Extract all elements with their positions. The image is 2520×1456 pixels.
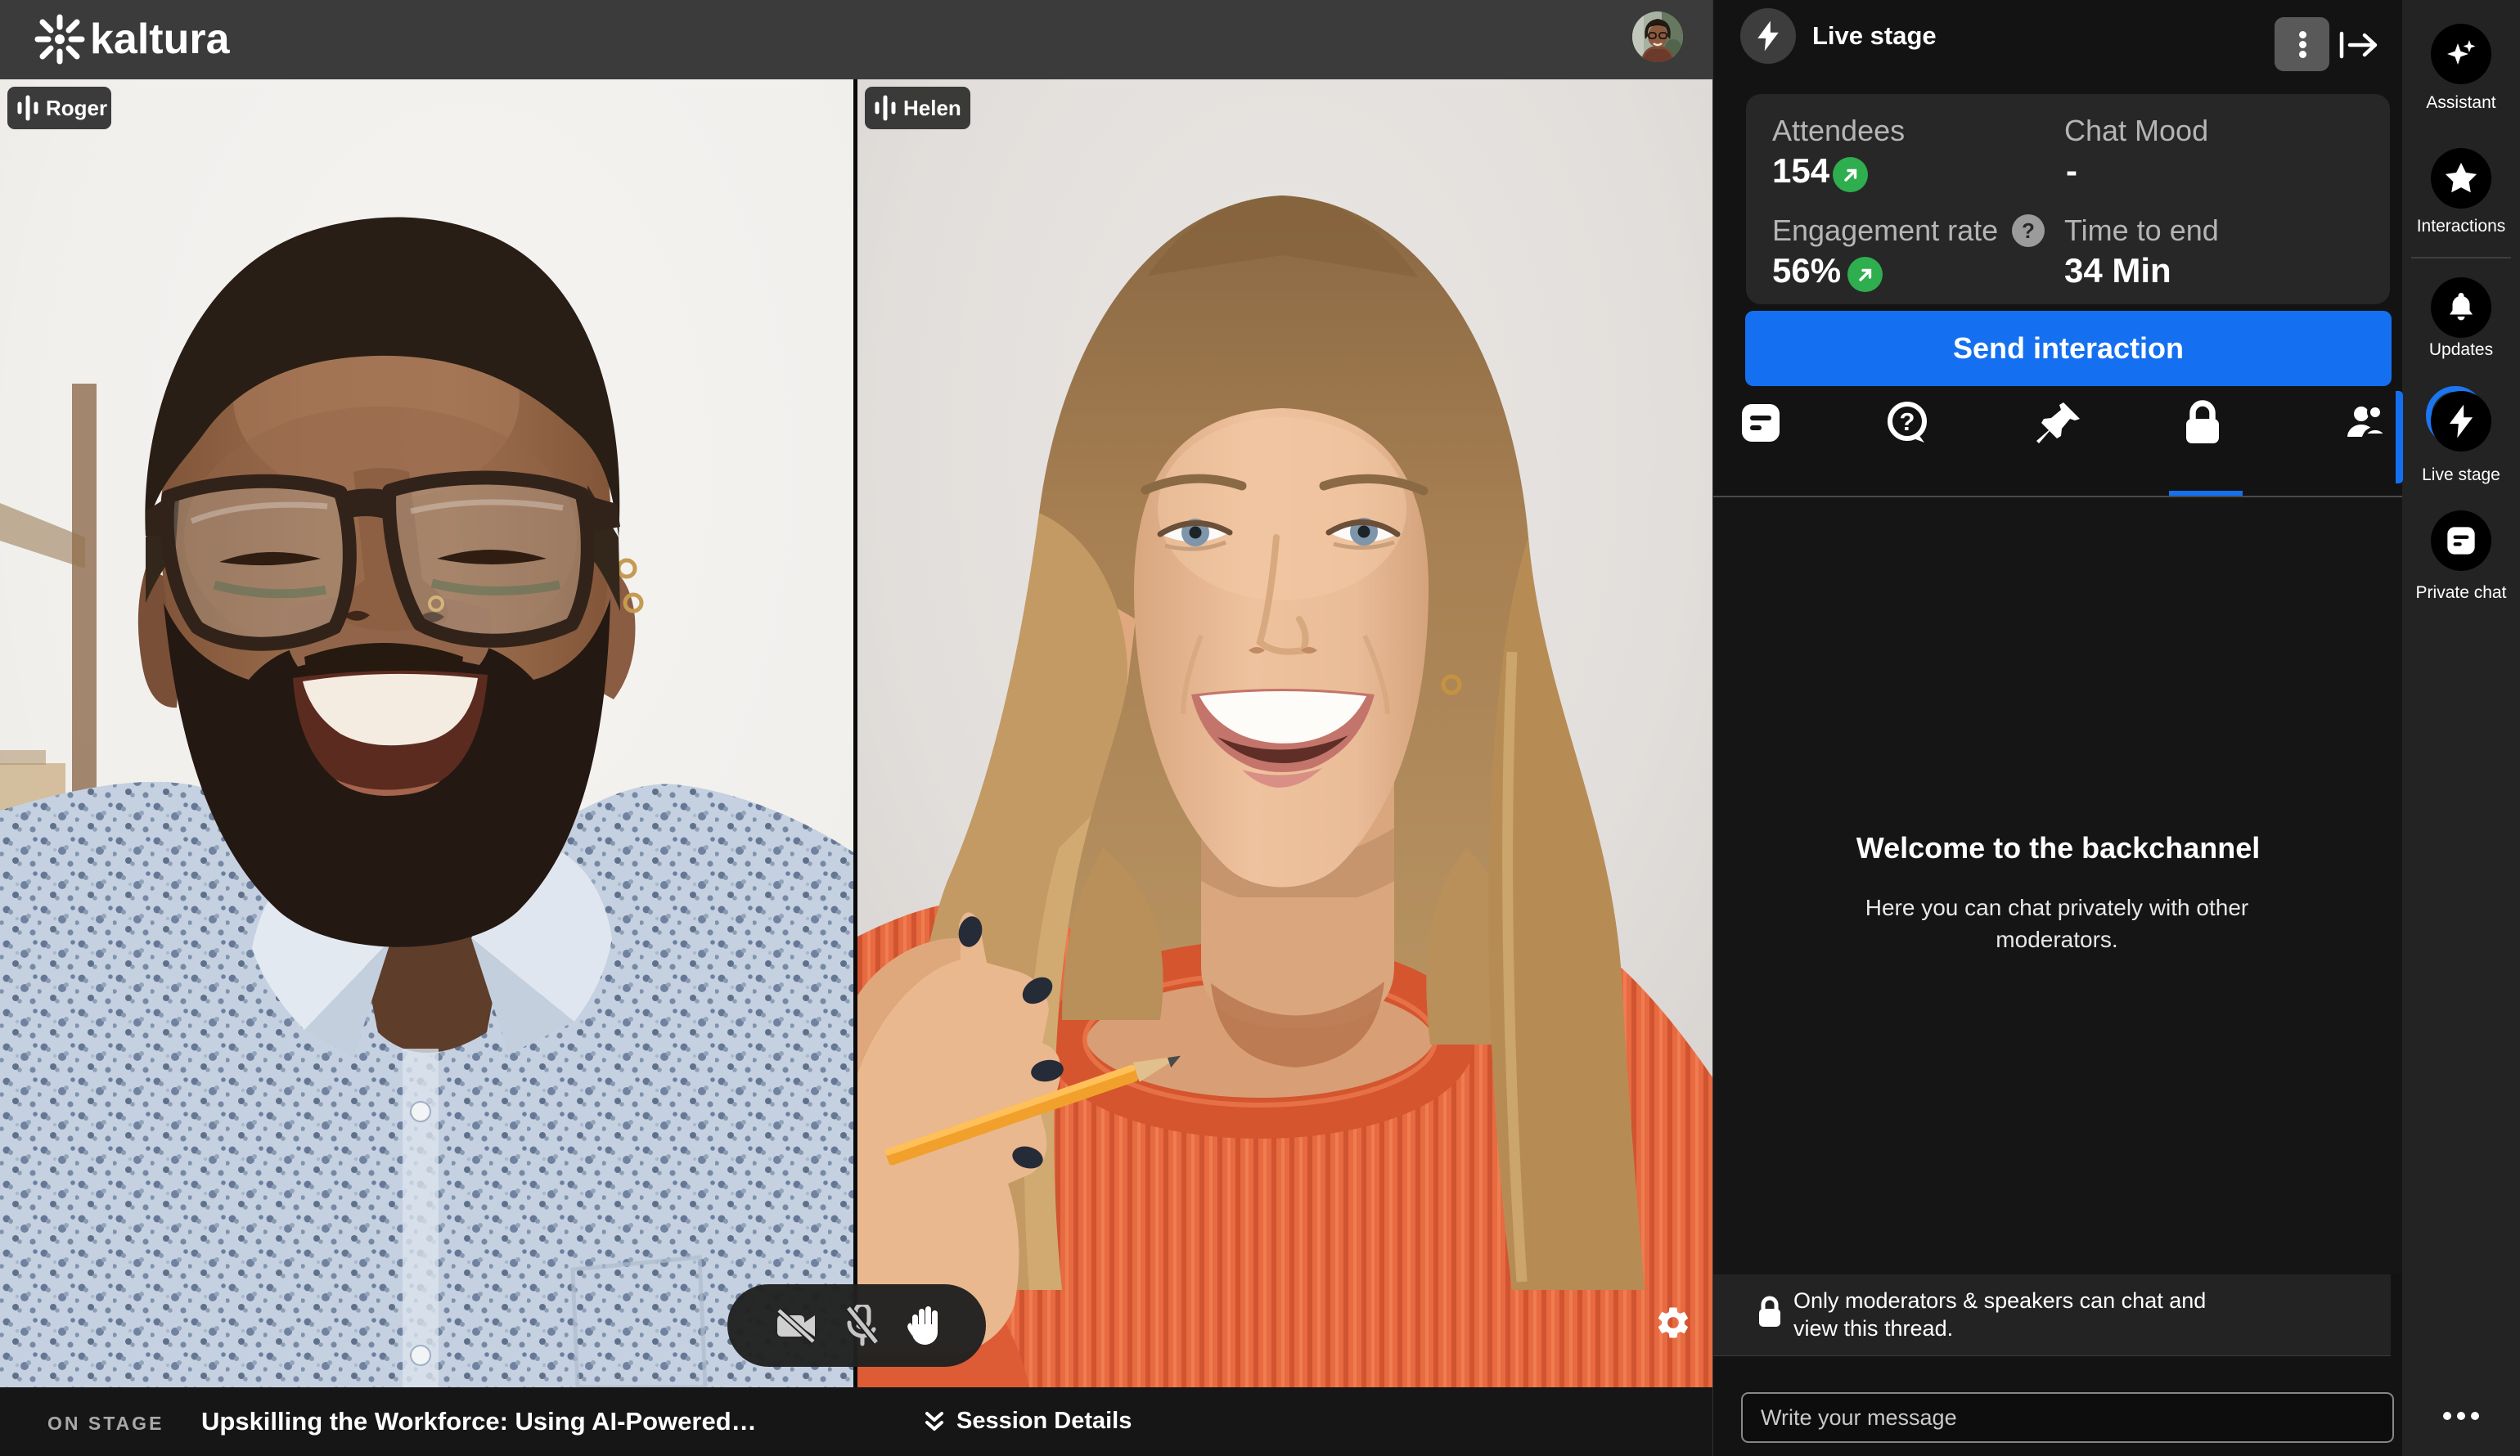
svg-text:?: ? — [1900, 407, 1915, 436]
svg-text:kaltura: kaltura — [90, 16, 231, 63]
